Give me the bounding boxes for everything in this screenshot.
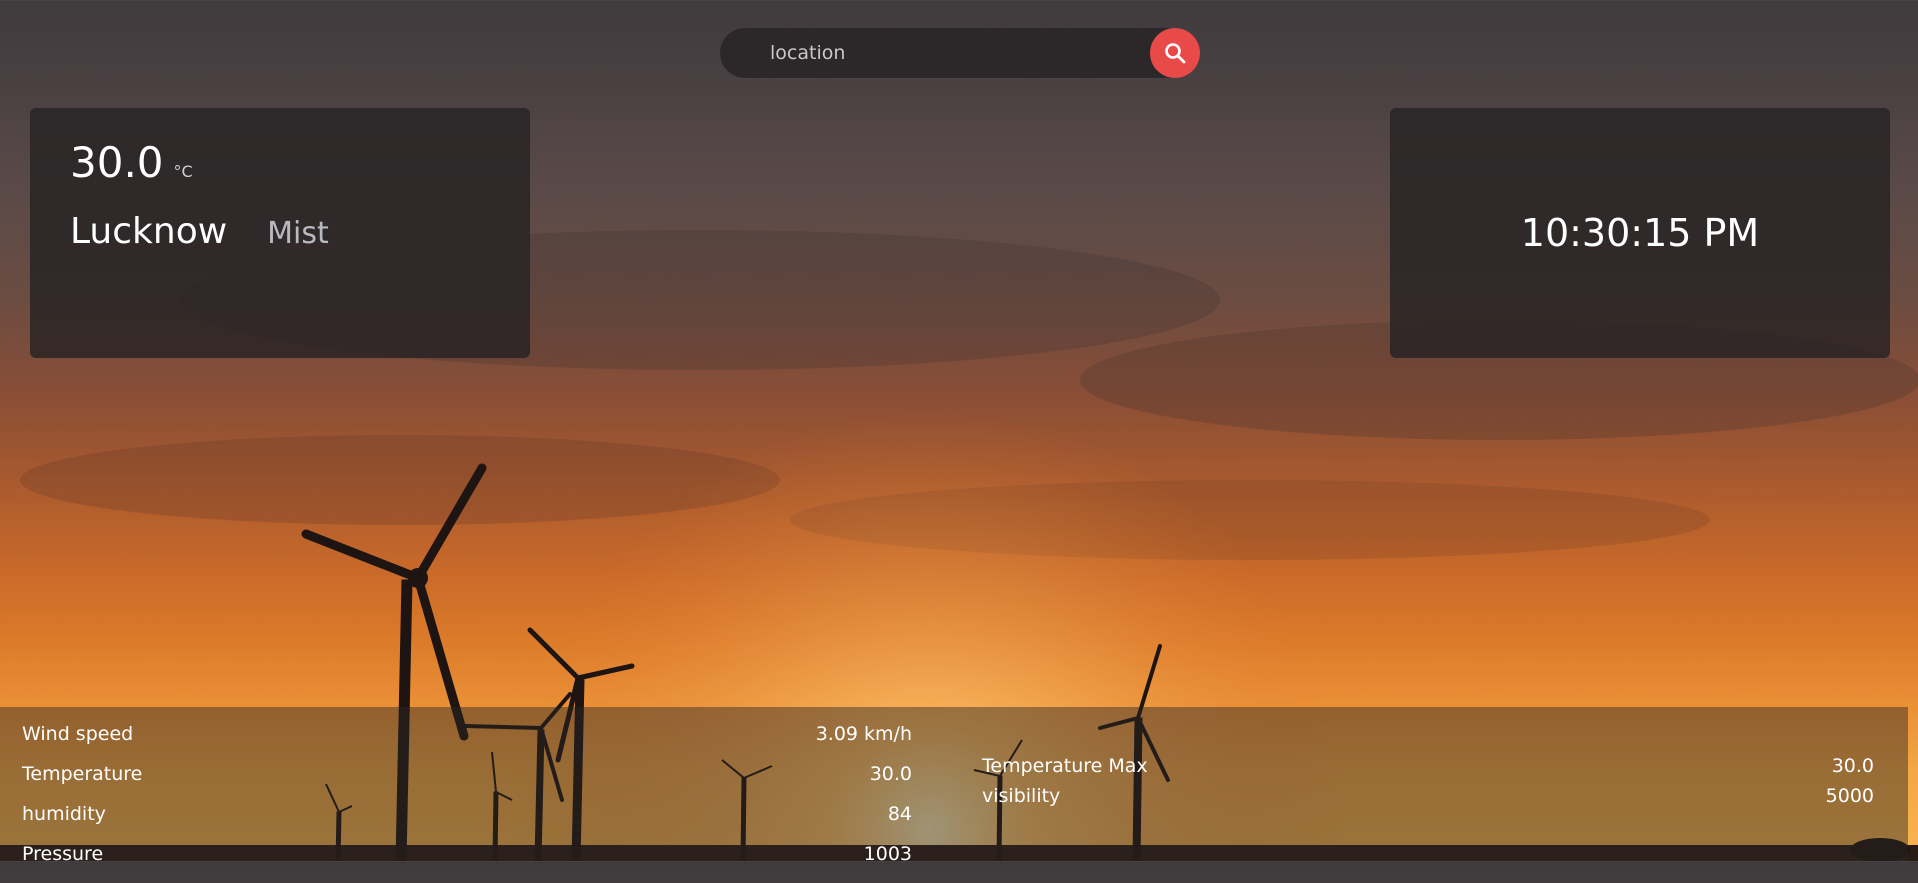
stat-row-pressure: Pressure 1003: [22, 843, 912, 883]
temperature-display: 30.0 °C: [70, 138, 193, 187]
clock-time: 10:30:15 PM: [1520, 211, 1760, 255]
stat-label: Wind speed: [22, 723, 134, 745]
stat-label: visibility: [982, 785, 1061, 807]
stat-row-visibility: visibility 5000: [982, 785, 1874, 815]
stats-right-column: Temperature Max 30.0 visibility 5000: [982, 755, 1874, 815]
stat-value: 30.0: [869, 763, 912, 785]
stat-value: 84: [887, 803, 912, 825]
search-input[interactable]: [720, 28, 1140, 78]
weather-stats-panel: Wind speed 3.09 km/h Temperature 30.0 hu…: [0, 707, 1908, 865]
clock-card: 10:30:15 PM: [1390, 108, 1890, 358]
stat-label: Pressure: [22, 843, 104, 865]
stat-label: Temperature Max: [982, 755, 1148, 777]
stat-value: 30.0: [1831, 755, 1874, 777]
search-button[interactable]: [1150, 28, 1200, 78]
stats-left-column: Wind speed 3.09 km/h Temperature 30.0 hu…: [22, 723, 912, 883]
stat-value: 3.09 km/h: [815, 723, 912, 745]
weather-card: 30.0 °C Lucknow Mist: [30, 108, 530, 358]
search-icon: [1165, 43, 1186, 64]
location-row: Lucknow Mist: [70, 211, 329, 252]
search-bar: [720, 28, 1200, 78]
stat-row-wind-speed: Wind speed 3.09 km/h: [22, 723, 912, 763]
stat-value: 1003: [863, 843, 912, 865]
stat-row-humidity: humidity 84: [22, 803, 912, 843]
temperature-unit: °C: [173, 162, 193, 181]
stat-value: 5000: [1825, 785, 1874, 807]
temperature-value: 30.0: [70, 138, 164, 187]
stat-row-temperature-max: Temperature Max 30.0: [982, 755, 1874, 785]
stat-label: Temperature: [22, 763, 143, 785]
stat-row-temperature: Temperature 30.0: [22, 763, 912, 803]
weather-condition: Mist: [267, 216, 329, 251]
stat-label: humidity: [22, 803, 106, 825]
city-name: Lucknow: [70, 211, 228, 252]
